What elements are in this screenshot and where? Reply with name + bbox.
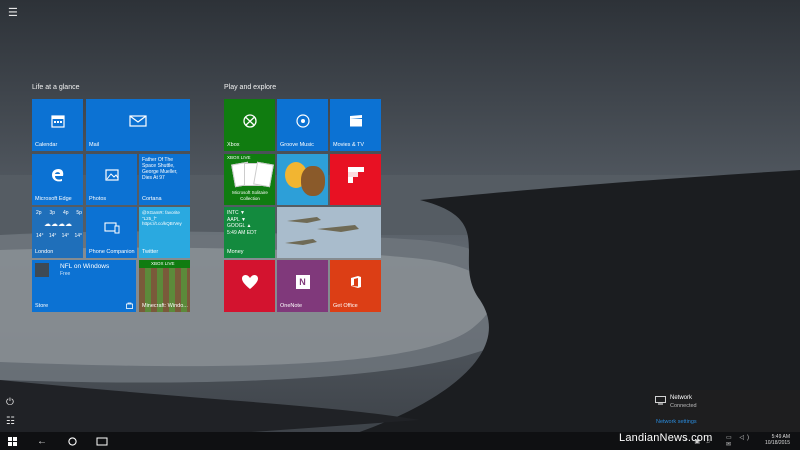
weather-days: 2p 3p 4p 5p xyxy=(36,210,82,216)
flipboard-icon xyxy=(347,167,364,184)
network-icon xyxy=(655,396,666,405)
store-bag-icon xyxy=(126,302,133,309)
tile-cortana[interactable]: Father Of The Space Shuttle, George Muel… xyxy=(139,154,190,205)
weather-temp: 14° xyxy=(48,233,57,239)
tile-label: Movies & TV xyxy=(333,142,365,148)
tile-label: London xyxy=(35,249,54,255)
all-apps-icon[interactable]: ☷ xyxy=(6,416,15,427)
back-arrow-icon[interactable]: ← xyxy=(36,435,48,447)
tile-iheart[interactable] xyxy=(224,260,275,312)
groove-music-icon xyxy=(295,114,310,128)
tile-phone-companion[interactable]: Phone Companion xyxy=(86,207,137,258)
system-tray-icons[interactable]: ▭ ◁) ✉ xyxy=(726,435,760,448)
network-settings-link[interactable]: Network settings xyxy=(656,419,697,425)
money-row: 5:49 AM EDT xyxy=(227,229,257,236)
tile-label: Get Office xyxy=(333,303,358,309)
task-view-icon[interactable] xyxy=(95,435,109,447)
tile-label: Twitter xyxy=(142,249,159,255)
character-icon xyxy=(301,166,325,196)
jets-image xyxy=(277,207,381,258)
network-flyout: Network Connected Network settings xyxy=(650,390,800,432)
tile-label: OneNote xyxy=(280,303,303,309)
weather-day: 5p xyxy=(76,210,82,216)
tile-groove[interactable]: Groove Music xyxy=(277,99,328,151)
group-title-life[interactable]: Life at a glance xyxy=(32,84,79,91)
tile-label: Phone Companion xyxy=(89,249,135,255)
cloud-icon: ☁☁☁☁ xyxy=(44,221,72,228)
tile-label: Mail xyxy=(89,142,100,148)
weather-temp: 14° xyxy=(74,233,82,239)
tile-minecraft[interactable]: XBOX LIVE Minecraft: Windo... xyxy=(139,260,190,312)
iheart-icon xyxy=(241,274,258,289)
tile-mail[interactable]: Mail xyxy=(86,99,190,151)
weather-day: 3p xyxy=(49,210,56,216)
movies-icon xyxy=(349,114,362,127)
tile-label: Store xyxy=(35,303,49,309)
tile-weather[interactable]: 2p 3p 4p 5p ☁☁☁☁ 14° 14° 14° 14° London xyxy=(32,207,83,258)
onenote-icon: N xyxy=(295,274,310,289)
weather-temps: 14° 14° 14° 14° xyxy=(36,233,82,239)
tile-edge[interactable]: Microsoft Edge xyxy=(32,154,83,205)
tile-label: Minecraft: Windo... xyxy=(142,303,188,309)
tile-label: Money xyxy=(227,249,244,255)
tile-label: Xbox xyxy=(227,142,240,148)
windows-start-icon[interactable] xyxy=(6,435,18,447)
office-icon xyxy=(350,275,361,288)
tile-store[interactable]: NFL on Windows Free Store xyxy=(32,260,136,312)
menu-icon[interactable]: ☰ xyxy=(8,6,18,19)
tile-photos[interactable]: Photos xyxy=(86,154,137,205)
xbox-live-label: XBOX LIVE xyxy=(151,261,175,266)
group-title-play[interactable]: Play and explore xyxy=(224,84,276,91)
weather-temp: 14° xyxy=(36,233,44,239)
money-quotes: INTC ▼ AAPL ▼ GOOGL ▲ 5:49 AM EDT xyxy=(227,210,257,236)
twitter-text: @XGamR: favorite "L25_f" https://t.co/kQ… xyxy=(142,210,182,226)
mail-icon xyxy=(129,115,147,127)
network-title[interactable]: Network xyxy=(670,395,692,401)
tile-money[interactable]: INTC ▼ AAPL ▼ GOOGL ▲ 5:49 AM EDT Money xyxy=(224,207,275,258)
tile-office[interactable]: Get Office xyxy=(330,260,381,312)
tile-label: Calendar xyxy=(35,142,58,148)
card-icon xyxy=(253,161,274,188)
tile-label: Photos xyxy=(89,196,107,202)
weather-day: 4p xyxy=(62,210,69,216)
cortana-news-text: Father Of The Space Shuttle, George Muel… xyxy=(142,157,178,181)
store-sub: Free xyxy=(60,271,71,277)
network-status: Connected xyxy=(670,403,697,409)
clock-date: 10/18/2015 xyxy=(764,440,790,446)
store-title: NFL on Windows xyxy=(60,263,110,270)
tile-game-art[interactable] xyxy=(277,154,328,205)
tile-xbox[interactable]: Xbox xyxy=(224,99,275,151)
tile-twitter[interactable]: @XGamR: favorite "L25_f" https://t.co/kQ… xyxy=(139,207,190,258)
search-circle-icon[interactable] xyxy=(66,435,78,447)
calendar-icon xyxy=(50,115,65,128)
tile-photo-jets[interactable] xyxy=(277,207,381,258)
nfl-logo xyxy=(35,263,49,277)
tile-flipboard[interactable] xyxy=(330,154,381,205)
tile-label: Microsoft Edge xyxy=(35,196,72,202)
tile-label: Groove Music xyxy=(280,142,314,148)
xbox-icon xyxy=(242,114,257,128)
photos-icon xyxy=(104,169,119,182)
watermark: LandianNews.com xyxy=(619,432,713,444)
power-icon[interactable]: ⏻ xyxy=(6,397,14,408)
clock[interactable]: 5:49 AM 10/18/2015 xyxy=(765,434,790,446)
tile-movies[interactable]: Movies & TV xyxy=(330,99,381,151)
phone-companion-icon xyxy=(103,222,119,234)
tile-onenote[interactable]: N OneNote xyxy=(277,260,328,312)
weather-temp: 14° xyxy=(61,233,70,239)
tile-solitaire[interactable]: XBOX LIVE Microsoft Solitaire Collection xyxy=(224,154,275,205)
tile-calendar[interactable]: Calendar xyxy=(32,99,83,151)
edge-icon xyxy=(51,169,63,182)
xbox-live-label: XBOX LIVE xyxy=(227,155,251,160)
tile-label: Microsoft Solitaire Collection xyxy=(232,190,268,201)
tile-label: Cortana xyxy=(142,196,162,202)
weather-day: 2p xyxy=(36,210,42,216)
